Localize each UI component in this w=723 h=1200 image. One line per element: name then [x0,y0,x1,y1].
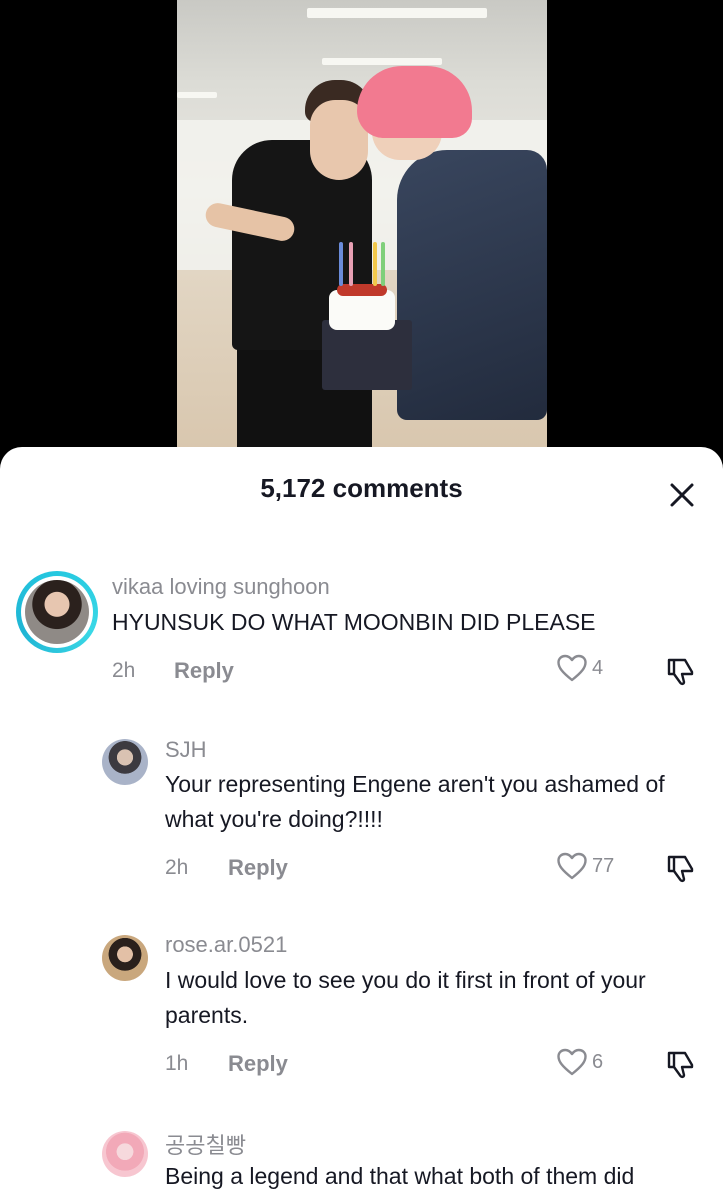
avatar-ring-gap [21,576,93,648]
comment-text: Being a legend and that what both of the… [165,1163,635,1189]
candle [373,242,377,286]
ceiling-light [177,92,217,98]
avatar[interactable] [102,935,148,981]
candle [339,242,343,286]
reply-button[interactable]: Reply [228,1051,288,1077]
avatar[interactable] [102,1131,148,1177]
cake-strawberries [337,284,387,296]
reply-button[interactable]: Reply [228,855,288,881]
person-denim-jacket [397,150,547,420]
thumbs-down-icon [667,658,694,686]
birthday-cake [329,290,395,330]
comment-username[interactable]: SJH [165,737,207,763]
comment-text: Your representing Engene aren't you asha… [165,771,665,832]
close-button[interactable] [662,475,702,515]
avatar[interactable] [102,739,148,785]
ceiling-light [307,8,487,18]
dislike-button[interactable] [665,655,697,692]
candle [381,242,385,286]
heart-outline-icon [557,852,587,880]
reply-button[interactable]: Reply [174,658,234,684]
dislike-button[interactable] [665,852,697,889]
avatar [25,580,89,644]
like-count: 6 [592,1050,604,1073]
comments-sheet: 5,172 comments vikaa loving sunghoon HYU… [0,447,723,1200]
heart-outline-icon [557,1048,587,1076]
like-count: 77 [592,854,615,877]
comment-username[interactable]: 공공칠빵 [165,1128,246,1160]
comment-text: I would love to see you do it first in f… [165,967,646,1028]
comment-time: 2h [165,856,189,879]
comment-time: 2h [112,659,136,682]
comment-time: 1h [165,1052,189,1075]
video-player[interactable] [0,0,723,460]
dislike-button[interactable] [665,1048,697,1085]
like-button[interactable]: 77 [556,851,614,881]
like-button[interactable]: 4 [556,653,603,683]
thumbs-down-icon [667,1051,694,1079]
like-count: 4 [592,656,604,679]
close-icon [670,483,694,507]
candle [349,242,353,286]
comment-text: HYUNSUK DO WHAT MOONBIN DID PLEASE [112,609,596,635]
heart-outline-icon [557,654,587,682]
gift-box [322,320,412,390]
comment-username[interactable]: vikaa loving sunghoon [112,574,330,600]
comments-count-title: 5,172 comments [260,473,463,503]
story-ring[interactable] [16,571,98,653]
like-button[interactable]: 6 [556,1047,603,1077]
video-frame [177,0,547,460]
thumbs-down-icon [667,855,694,883]
person-pink-hair [357,66,472,138]
ceiling-light [322,58,442,65]
comment-username[interactable]: rose.ar.0521 [165,932,287,958]
